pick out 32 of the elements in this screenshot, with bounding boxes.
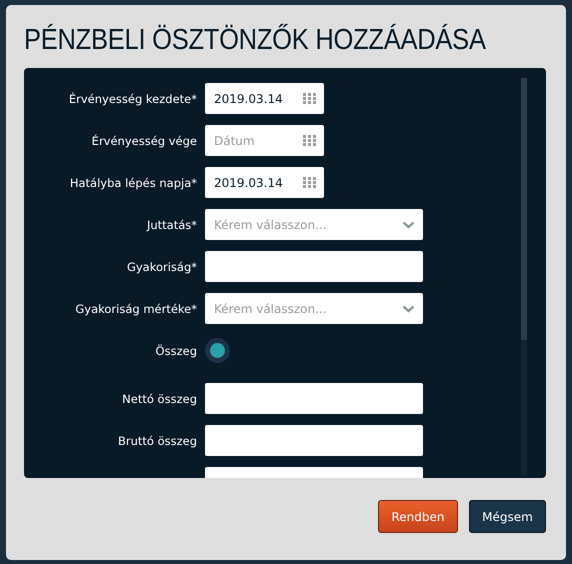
input-field[interactable]	[205, 383, 423, 414]
field-label: Összeg	[154, 344, 197, 358]
field-placeholder: Dátum	[214, 134, 255, 148]
date-field[interactable]: 2019.03.14	[205, 83, 324, 114]
input-field[interactable]	[205, 425, 423, 456]
field-label: Juttatás*	[145, 218, 197, 232]
field-placeholder: Kérem válasszon...	[214, 218, 327, 232]
chevron-icon	[402, 304, 415, 312]
field-value: 2019.03.14	[214, 92, 283, 106]
field-label: Érvényesség kezdete*	[68, 92, 197, 106]
calendar-icon	[303, 177, 316, 188]
select-field[interactable]: Kérem válasszon...	[205, 293, 423, 324]
select-field[interactable]: Kérem válasszon...	[205, 209, 423, 240]
field-label: Nettó összeg	[121, 392, 197, 406]
field-value: 2019.03.14	[214, 176, 283, 190]
date-field[interactable]: Dátum	[205, 125, 324, 156]
field-label: Hatályba lépés napja*	[68, 176, 197, 190]
ok-button[interactable]: Rendben	[378, 500, 458, 533]
field-label: Érvényesség vége	[90, 134, 197, 148]
field-label: Bruttó összeg	[116, 434, 197, 448]
field-label: Gyakoriság mértéke*	[74, 302, 197, 316]
input-field[interactable]	[205, 251, 423, 282]
calendar-icon	[303, 135, 316, 146]
chevron-icon	[402, 220, 415, 228]
date-field[interactable]: 2019.03.14	[205, 167, 324, 198]
cancel-button[interactable]: Mégsem	[469, 500, 546, 533]
field-label: Gyakoriság*	[126, 260, 197, 274]
radio-button[interactable]	[205, 338, 230, 363]
field-placeholder: Kérem válasszon...	[214, 302, 327, 316]
scrollbar[interactable]	[521, 78, 527, 476]
calendar-icon	[303, 93, 316, 104]
dialog-title: PÉNZBELI ÖSZTÖNZŐK HOZZÁADÁSA	[24, 22, 486, 58]
